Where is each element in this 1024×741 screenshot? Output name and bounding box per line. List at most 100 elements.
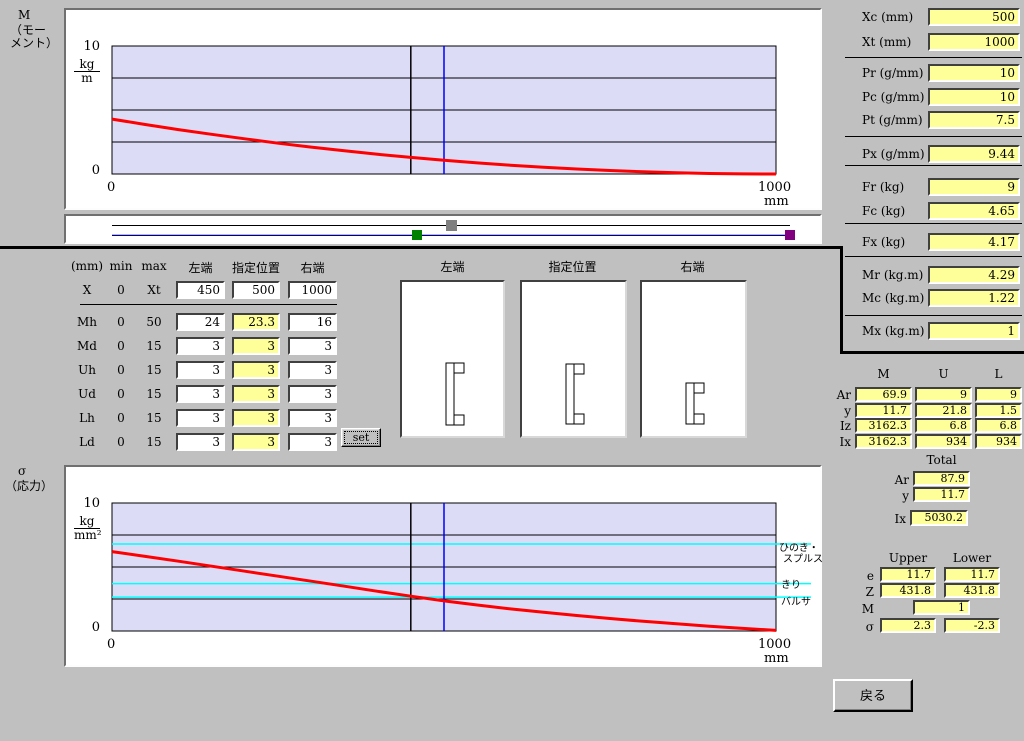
moment-unit-denominator: m <box>74 72 100 85</box>
ul-header-upper: Upper <box>880 551 936 565</box>
ul-header-lower: Lower <box>944 551 1000 565</box>
spec-row-md-min: 0 <box>106 339 136 353</box>
stress-chart-panel: 10 kg mm² 0 0 1000 mm ひのき・ スプルス きり バルサ <box>64 465 822 667</box>
channel-section-shape-right <box>642 282 745 436</box>
pt-field[interactable]: 7.5 <box>928 111 1020 129</box>
spec-row-md-label: Md <box>69 339 105 353</box>
spec-row-uh-label: Uh <box>69 363 105 377</box>
ud-right-input[interactable]: 3 <box>288 385 337 403</box>
param-label-mc: Mc (kg.m) <box>862 291 924 305</box>
lh-right-input[interactable]: 3 <box>288 409 337 427</box>
spec-row-x-max: Xt <box>138 283 170 297</box>
right-end-marker[interactable] <box>785 230 795 240</box>
total-label-ar: Ar <box>870 473 909 487</box>
moment-x-unit-label: mm <box>764 194 789 209</box>
mul-ix-m: 3162.3 <box>855 434 912 449</box>
xc-position-marker[interactable] <box>446 220 457 231</box>
total-title: Total <box>913 453 970 467</box>
channel-section-shape-specified <box>522 282 625 436</box>
xc-field[interactable]: 500 <box>928 8 1020 26</box>
spec-row-x-label: X <box>69 283 105 297</box>
pc-field[interactable]: 10 <box>928 88 1020 106</box>
mh-right-input[interactable]: 16 <box>288 313 337 331</box>
md-right-input[interactable]: 3 <box>288 337 337 355</box>
spec-table-separator <box>80 304 337 305</box>
spec-row-mh-label: Mh <box>69 315 105 329</box>
x-specified-input[interactable]: 500 <box>232 281 280 299</box>
xsec-label-right-end: 右端 <box>640 258 745 275</box>
channel-section-shape-left <box>402 282 503 436</box>
spec-row-md-max: 15 <box>138 339 170 353</box>
lh-left-input[interactable]: 3 <box>176 409 225 427</box>
uh-left-input[interactable]: 3 <box>176 361 225 379</box>
mul-row-label-y: y <box>820 404 851 418</box>
spec-header-right-end: 右端 <box>288 259 337 276</box>
mh-left-input[interactable]: 24 <box>176 313 225 331</box>
spec-header-min: min <box>106 259 136 273</box>
sigma-upper-value: 2.3 <box>880 618 936 633</box>
left-end-marker[interactable] <box>412 230 422 240</box>
xsec-label-specified-pos: 指定位置 <box>520 258 625 275</box>
spec-header-max: max <box>138 259 170 273</box>
mul-header-u: U <box>915 367 972 381</box>
param-separator-5 <box>845 256 1022 257</box>
x-right-input[interactable]: 1000 <box>288 281 337 299</box>
uh-right-input[interactable]: 3 <box>288 361 337 379</box>
spec-row-ud-max: 15 <box>138 387 170 401</box>
param-label-mr: Mr (kg.m) <box>862 268 923 282</box>
material-hinoki-line2: スプルス <box>779 554 823 565</box>
spec-header-left-end: 左端 <box>176 259 225 276</box>
back-button[interactable]: 戻る <box>833 679 913 712</box>
md-left-input[interactable]: 3 <box>176 337 225 355</box>
stress-axis-title-line2: （応力） <box>5 477 53 494</box>
spec-row-mh-max: 50 <box>138 315 170 329</box>
stress-chart <box>66 467 820 665</box>
section-spec-table: (mm) min max 左端 指定位置 右端 X 0 Xt 450 500 1… <box>64 255 394 455</box>
xsec-preview-specified-pos <box>520 280 627 438</box>
spec-header-specified-pos: 指定位置 <box>228 259 284 276</box>
x-left-input[interactable]: 450 <box>176 281 225 299</box>
param-label-fx: Fx (kg) <box>862 235 905 249</box>
param-label-mx: Mx (kg.m) <box>862 324 924 338</box>
stress-x-max-label: 1000 <box>758 637 791 652</box>
param-separator-1 <box>845 57 1022 58</box>
mul-iz-l: 6.8 <box>975 418 1022 433</box>
total-label-y: y <box>870 489 909 503</box>
stress-y-unit: kg mm² <box>74 515 100 542</box>
stress-axis-title: σ <box>18 464 26 478</box>
ld-right-input[interactable]: 3 <box>288 433 337 451</box>
set-button[interactable]: set <box>341 428 381 447</box>
mul-iz-u: 6.8 <box>915 418 972 433</box>
e-upper-value: 11.7 <box>880 567 936 582</box>
frame-divider-vertical <box>840 246 843 354</box>
position-slider-panel <box>64 214 822 244</box>
pr-field[interactable]: 10 <box>928 64 1020 82</box>
px-field: 9.44 <box>928 145 1020 163</box>
ul-label-z: Z <box>840 585 874 599</box>
stress-y-min-label: 0 <box>74 620 100 635</box>
mul-ar-m: 69.9 <box>855 387 912 402</box>
xsec-preview-right-end <box>640 280 747 438</box>
frame-divider-horizontal-right <box>840 351 1024 354</box>
spec-row-x-min: 0 <box>106 283 136 297</box>
material-label-balsa: バルサ <box>781 597 811 608</box>
mul-header-m: M <box>855 367 912 381</box>
param-separator-3 <box>845 165 1022 166</box>
xt-field[interactable]: 1000 <box>928 33 1020 51</box>
moment-x-max-label: 1000 <box>758 180 791 195</box>
ul-label-m: M <box>840 602 874 616</box>
param-label-fc: Fc (kg) <box>862 204 905 218</box>
param-label-pr: Pr (g/mm) <box>862 66 923 80</box>
stress-x-unit-label: mm <box>764 651 789 666</box>
fr-field: 9 <box>928 178 1020 196</box>
mul-y-m: 11.7 <box>855 403 912 418</box>
xsec-preview-left-end <box>400 280 505 438</box>
z-upper-value: 431.8 <box>880 583 936 598</box>
ld-left-input[interactable]: 3 <box>176 433 225 451</box>
moment-axis-title: M <box>18 8 30 22</box>
stress-x-min-label: 0 <box>107 637 115 652</box>
spec-row-ld-min: 0 <box>106 435 136 449</box>
param-separator-4 <box>845 223 1022 224</box>
mul-row-label-ar: Ar <box>820 388 851 402</box>
ud-left-input[interactable]: 3 <box>176 385 225 403</box>
